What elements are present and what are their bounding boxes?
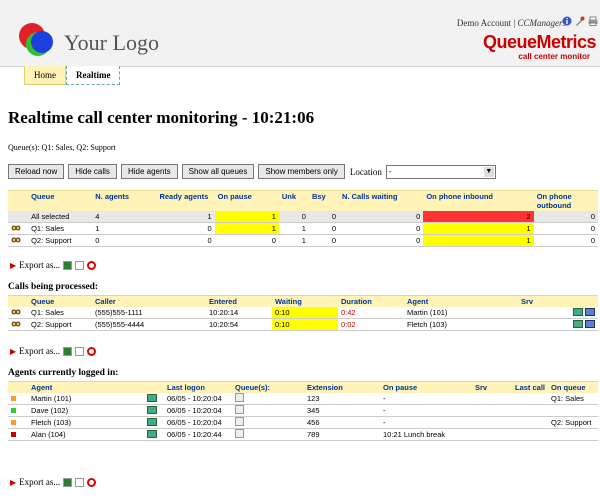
queue-table: Queue N. agents Ready agents On pause Un…	[8, 190, 598, 247]
export-link[interactable]: Export as...	[19, 260, 60, 270]
table-row: Q2: Support 0 0 0 1 0 0 1 0	[8, 234, 598, 247]
spy-icon[interactable]	[11, 320, 21, 328]
hangup-icon[interactable]	[585, 307, 595, 316]
col-header: Unk	[278, 190, 309, 211]
terminal-icon[interactable]	[147, 429, 157, 438]
tab-home[interactable]: Home	[24, 66, 66, 85]
excel-icon[interactable]	[63, 477, 73, 487]
table-header-row: Agent Last logon Queue(s): Extension On …	[8, 381, 598, 393]
queues-icon[interactable]	[235, 393, 244, 402]
status-indicator	[11, 408, 16, 413]
export-link[interactable]: Export as...	[19, 477, 60, 487]
col-header: On phone inbound	[423, 190, 534, 211]
table-row: All selected 4 1 1 0 0 0 2 0	[8, 211, 598, 223]
status-indicator	[11, 420, 16, 425]
col-header: Queue	[28, 190, 93, 211]
transfer-icon[interactable]	[572, 307, 583, 316]
table-row: Q2: Support (555)555-4444 10:20:54 0:10 …	[8, 318, 598, 331]
table-row: Alan (104) 06/05 - 10:20:44 789 10:21 Lu…	[8, 428, 598, 441]
table-row: Dave (102) 06/05 - 10:20:04 345 -	[8, 404, 598, 417]
table-row: Q1: Sales 1 0 1 1 0 0 1 0	[8, 222, 598, 235]
export-bar-agents: ▶ Export as...	[10, 477, 97, 487]
hide-calls-button[interactable]: Hide calls	[68, 164, 117, 179]
col-header: Ready agents	[156, 190, 215, 211]
reload-now-button[interactable]: Reload now	[8, 164, 65, 179]
status-indicator	[11, 396, 16, 401]
app-header: Your Logo Demo Account | CCManagers Queu…	[0, 0, 600, 67]
settings-icon[interactable]	[575, 16, 585, 26]
document-icon[interactable]	[75, 346, 85, 356]
stop-icon[interactable]	[87, 477, 97, 487]
excel-icon[interactable]	[63, 260, 73, 270]
account-info: Demo Account | CCManagers	[456, 18, 566, 28]
brand-name: QueueMetrics	[482, 32, 597, 52]
hide-agents-button[interactable]: Hide agents	[120, 164, 178, 179]
table-header-row: Queue N. agents Ready agents On pause Un…	[8, 190, 598, 211]
queues-icon[interactable]	[235, 417, 244, 426]
queues-summary: Queue(s): Q1: Sales, Q2: Support	[8, 143, 116, 152]
export-bar-calls: ▶ Export as...	[10, 346, 97, 356]
chevron-down-icon[interactable]: ▼	[483, 166, 494, 177]
spy-icon[interactable]	[11, 224, 21, 232]
toolbar: Reload now Hide calls Hide agents Show a…	[8, 164, 496, 179]
agents-section-title: Agents currently logged in:	[8, 368, 119, 378]
triangle-right-icon: ▶	[10, 260, 17, 270]
col-header: On phone outbound	[533, 190, 598, 211]
transfer-icon[interactable]	[572, 319, 583, 328]
agents-table: Agent Last logon Queue(s): Extension On …	[8, 381, 598, 441]
brand-tagline: call center monitor	[518, 52, 590, 61]
queues-icon[interactable]	[235, 429, 244, 438]
table-row: Q1: Sales (555)555-1111 10:20:14 0:10 0:…	[8, 307, 598, 319]
queues-icon[interactable]	[235, 405, 244, 414]
table-row: Fletch (103) 06/05 - 10:20:04 456 - Q2: …	[8, 416, 598, 429]
document-icon[interactable]	[75, 260, 85, 270]
spy-icon[interactable]	[11, 308, 21, 316]
triangle-right-icon: ▶	[10, 346, 17, 356]
terminal-icon[interactable]	[147, 417, 157, 426]
location-select[interactable]: - ▼	[385, 164, 496, 179]
export-bar-queues: ▶ Export as...	[10, 260, 97, 270]
col-header: N. agents	[92, 190, 157, 211]
col-header: On pause	[214, 190, 279, 211]
status-indicator	[11, 432, 16, 437]
tab-realtime[interactable]: Realtime	[66, 66, 121, 85]
col-header: N. Calls waiting	[339, 190, 424, 211]
calls-table: Queue Caller Entered Waiting Duration Ag…	[8, 295, 598, 331]
print-icon[interactable]	[588, 16, 598, 26]
show-members-only-button[interactable]: Show members only	[258, 164, 345, 179]
export-link[interactable]: Export as...	[19, 346, 60, 356]
location-label: Location	[349, 166, 382, 177]
show-all-queues-button[interactable]: Show all queues	[181, 164, 255, 179]
terminal-icon[interactable]	[147, 405, 157, 414]
info-icon[interactable]	[562, 16, 572, 26]
document-icon[interactable]	[75, 477, 85, 487]
triangle-right-icon: ▶	[10, 477, 17, 487]
stop-icon[interactable]	[87, 346, 97, 356]
col-header: Bsy	[308, 190, 340, 211]
stop-icon[interactable]	[87, 260, 97, 270]
spy-icon[interactable]	[11, 236, 21, 244]
logo-icon	[19, 23, 53, 56]
page-title: Realtime call center monitoring - 10:21:…	[8, 108, 315, 127]
logo-text: Your Logo	[64, 30, 159, 55]
calls-section-title: Calls being processed:	[8, 282, 99, 292]
table-header-row: Queue Caller Entered Waiting Duration Ag…	[8, 295, 598, 307]
main-tabs: Home Realtime	[24, 66, 121, 85]
terminal-icon[interactable]	[147, 393, 157, 402]
hangup-icon[interactable]	[585, 319, 595, 328]
excel-icon[interactable]	[63, 346, 73, 356]
table-row: Martin (101) 06/05 - 10:20:04 123 - Q1: …	[8, 393, 598, 405]
